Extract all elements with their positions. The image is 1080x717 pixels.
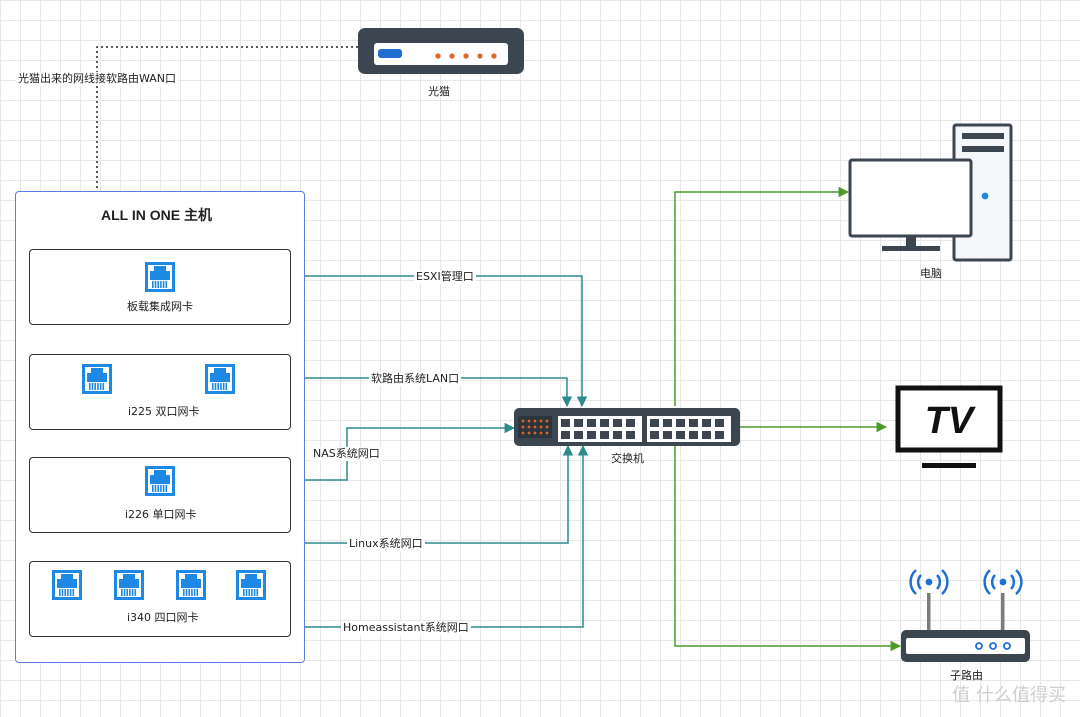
lan-edge-label: 软路由系统LAN口 [369, 372, 462, 386]
ha-edge-label: Homeassistant系统网口 [341, 621, 471, 635]
modem-label: 光猫 [428, 85, 450, 98]
nic-i340-label: i340 四口网卡 [127, 611, 199, 624]
nic-i340-box [29, 561, 291, 637]
tv-icon: TV [895, 385, 1003, 468]
sub-router-edge [674, 446, 902, 652]
watermark: 值 什么值得买 [952, 685, 1066, 706]
esxi-edge-label: ESXI管理口 [414, 270, 476, 284]
switch-icon [514, 408, 740, 446]
wan-edge-label: 光猫出来的网线接软路由WAN口 [16, 72, 179, 86]
host-title: ALL IN ONE 主机 [101, 207, 212, 223]
nic-i226-label: i226 单口网卡 [125, 508, 197, 521]
nic-i225-label: i225 双口网卡 [128, 405, 200, 418]
sub-router-icon [901, 569, 1030, 662]
pc-icon [848, 123, 1013, 262]
linux-edge-label: Linux系统网口 [347, 537, 425, 551]
nas-edge-label: NAS系统网口 [311, 447, 382, 461]
modem-icon [358, 28, 524, 74]
pc-edge [674, 186, 850, 406]
nic-onboard-label: 板载集成网卡 [127, 300, 193, 313]
tv-text: TV [925, 400, 976, 442]
pc-label: 电脑 [920, 267, 942, 280]
switch-label: 交换机 [611, 452, 644, 465]
